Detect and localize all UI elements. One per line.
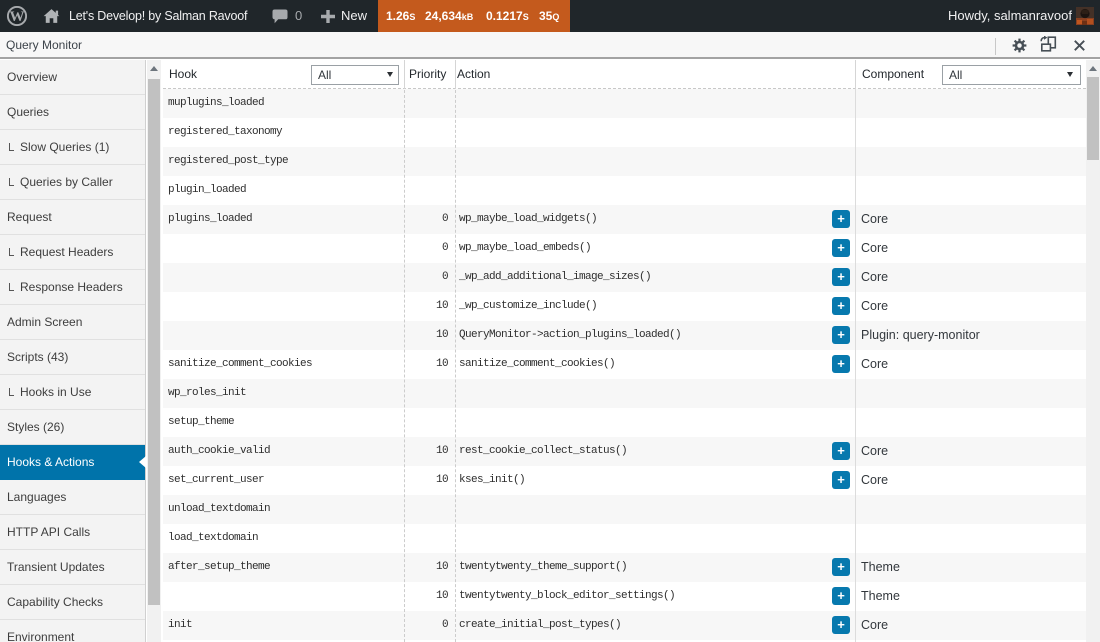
svg-text:W: W	[10, 9, 25, 25]
